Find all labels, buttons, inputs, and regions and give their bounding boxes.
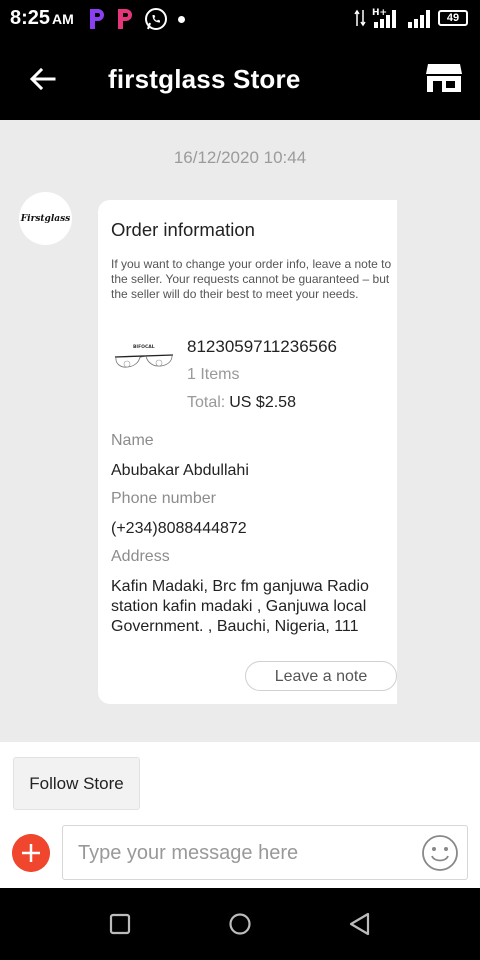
svg-text:H+: H+ bbox=[372, 8, 387, 18]
card-note: If you want to change your order info, l… bbox=[111, 257, 392, 301]
address-label: Address bbox=[111, 548, 170, 565]
back-nav-icon[interactable] bbox=[346, 910, 374, 938]
message-input[interactable]: Type your message here bbox=[62, 825, 468, 880]
order-number: 8123059711236566 bbox=[187, 337, 338, 356]
navigation-bar bbox=[0, 888, 480, 960]
phone-value: (+234)8088444872 bbox=[111, 520, 247, 537]
notification-icons bbox=[88, 7, 185, 31]
name-label: Name bbox=[111, 432, 154, 449]
store-icon[interactable] bbox=[424, 58, 464, 98]
message-timestamp: 16/12/2020 10:44 bbox=[173, 148, 307, 167]
home-icon[interactable] bbox=[226, 910, 254, 938]
app-p-icon bbox=[90, 9, 104, 29]
status-bar: 8:25 AM H+ 49 bbox=[0, 0, 480, 38]
signal-icon-2 bbox=[408, 10, 430, 28]
svg-text:BIFOCAL: BIFOCAL bbox=[133, 344, 155, 350]
message-placeholder: Type your message here bbox=[78, 842, 299, 864]
order-total: Total: US $2.58 bbox=[187, 394, 296, 412]
leave-note-button[interactable]: Leave a note bbox=[245, 661, 397, 691]
data-transfer-icon bbox=[354, 9, 366, 27]
phone-label: Phone number bbox=[111, 490, 216, 507]
more-notifications-dot bbox=[178, 15, 185, 23]
items-count: 1 Items bbox=[187, 366, 240, 383]
order-info-card: Order information If you want to change … bbox=[98, 200, 397, 704]
status-time: 8:25 AM bbox=[10, 7, 74, 29]
total-value: US $2.58 bbox=[229, 394, 296, 411]
chat-input-panel: Follow Store Type your message here bbox=[0, 742, 480, 888]
header: firstglass Store bbox=[0, 38, 480, 120]
page-title: firstglass Store bbox=[108, 64, 301, 94]
back-arrow-icon[interactable] bbox=[26, 62, 60, 96]
store-avatar[interactable]: Firstglass bbox=[19, 192, 72, 245]
battery-icon: 49 bbox=[438, 10, 468, 26]
emoji-icon[interactable] bbox=[421, 834, 459, 872]
recent-apps-icon[interactable] bbox=[106, 910, 134, 938]
signal-icon: H+ bbox=[372, 8, 396, 28]
total-label: Total: bbox=[187, 394, 226, 411]
add-attachment-icon[interactable] bbox=[12, 834, 50, 872]
product-thumbnail[interactable]: BIFOCAL bbox=[113, 340, 175, 380]
name-value: Abubakar Abdullahi bbox=[111, 462, 249, 479]
follow-store-button[interactable]: Follow Store bbox=[13, 757, 140, 810]
app-p-icon bbox=[118, 9, 132, 29]
address-value: Kafin Madaki, Brc fm ganjuwa Radio stati… bbox=[111, 578, 369, 635]
store-logo-text: Firstglass bbox=[20, 213, 71, 224]
system-status: H+ 49 bbox=[354, 7, 468, 29]
whatsapp-icon bbox=[145, 8, 167, 30]
card-title: Order information bbox=[111, 219, 255, 240]
